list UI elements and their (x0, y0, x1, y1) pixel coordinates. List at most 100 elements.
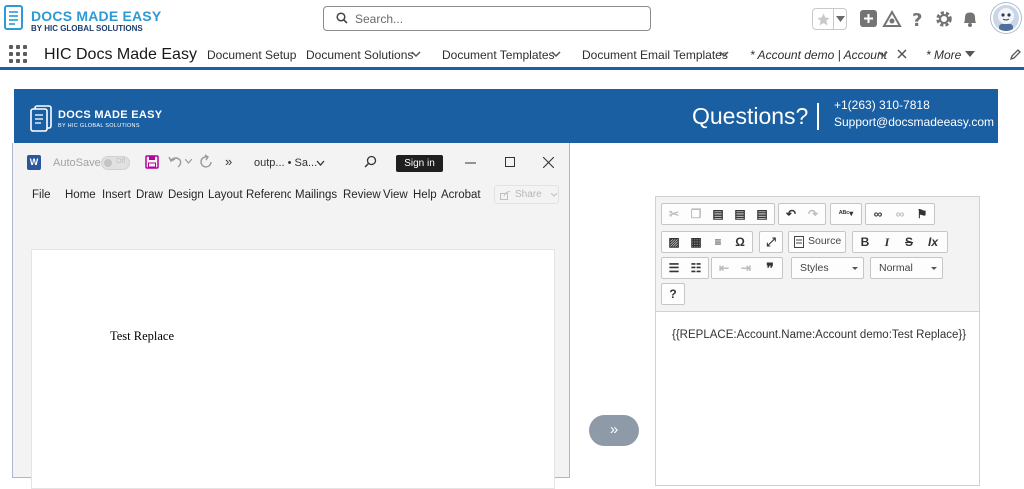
rich-text-editor: ✂ ❐ ▤ ▤ ▤ ↶ ↷ ᴬᴮᶜ▾ ∞ ∞ ⚑ ▨ ▦ ≡ Ω ⤢ Sourc… (655, 196, 980, 486)
redo-icon[interactable] (198, 154, 214, 170)
ribbon-tab-references[interactable]: Referenc (246, 189, 291, 201)
undo-icon[interactable] (168, 155, 184, 169)
italic-icon[interactable]: I (876, 233, 898, 251)
remove-format-icon[interactable]: Ix (922, 233, 944, 251)
source-button[interactable]: Source (788, 231, 846, 253)
share-icon (500, 191, 511, 200)
ribbon-tab-home[interactable]: Home (65, 189, 96, 201)
share-button[interactable]: Share (494, 185, 559, 204)
spellcheck-icon[interactable]: ᴬᴮᶜ▾ (832, 205, 860, 223)
ribbon-tab-acrobat[interactable]: Acrobat (441, 189, 481, 201)
app-launcher-icon[interactable] (9, 45, 27, 63)
chevron-down-icon[interactable] (878, 50, 888, 58)
paste-text-icon[interactable]: ▤ (729, 205, 751, 223)
ribbon-tab-view[interactable]: View (383, 189, 408, 201)
support-email[interactable]: Support@docsmadeeasy.com (834, 115, 994, 129)
chevron-down-icon[interactable] (316, 160, 325, 166)
ribbon-tab-draw[interactable]: Draw (136, 189, 163, 201)
save-icon[interactable] (145, 155, 159, 169)
maximize-icon[interactable]: ⤢ (760, 233, 782, 251)
word-title-bar: W AutoSave Off » outp... • Sa... Sign in (13, 143, 569, 183)
numbered-list-icon[interactable]: ☰ (663, 259, 685, 277)
autosave-toggle[interactable]: Off (101, 156, 130, 170)
ribbon-tab-help[interactable]: Help (413, 189, 437, 201)
chevron-down-icon[interactable] (551, 50, 561, 58)
document-page[interactable]: Test Replace (31, 249, 555, 489)
minimize-icon[interactable] (465, 162, 476, 164)
docs-made-easy-logo[interactable]: DOCS MADE EASY BY HIC GLOBAL SOLUTIONS (4, 5, 161, 35)
close-icon[interactable] (543, 157, 554, 168)
redo-icon[interactable]: ↷ (802, 205, 824, 223)
caret-down-icon[interactable] (965, 50, 975, 58)
star-icon (817, 13, 830, 26)
editor-content[interactable]: {{REPLACE:Account.Name:Account demo:Test… (672, 329, 966, 341)
chevron-down-icon[interactable] (836, 16, 845, 23)
add-icon[interactable] (859, 9, 879, 29)
questions-heading: Questions? (692, 103, 809, 129)
transfer-button[interactable]: » (589, 415, 639, 446)
horizontal-line-icon[interactable]: ≡ (707, 233, 729, 251)
chevron-down-icon[interactable] (719, 50, 729, 58)
maximize-icon[interactable] (505, 157, 515, 167)
paste-icon[interactable]: ▤ (707, 205, 729, 223)
app-name: HIC Docs Made Easy (44, 46, 197, 63)
ribbon-tab-insert[interactable]: Insert (102, 189, 131, 201)
copy-icon[interactable]: ❐ (685, 205, 707, 223)
help-icon[interactable]: ? (662, 285, 684, 303)
ribbon-tab-mailings[interactable]: Mailings (295, 189, 337, 201)
sign-in-button[interactable]: Sign in (396, 155, 443, 172)
avatar[interactable] (991, 3, 1021, 33)
word-app-icon: W (27, 155, 41, 170)
indent-group: ⇤ ⇥ ❞ (711, 257, 783, 279)
document-logo-icon (30, 105, 52, 132)
document-filename[interactable]: outp... • Sa... (254, 157, 317, 169)
chevron-down-icon[interactable] (185, 159, 192, 164)
gear-icon[interactable] (934, 9, 954, 29)
nav-item-document-setup[interactable]: Document Setup (207, 48, 296, 62)
unlink-icon[interactable]: ∞ (889, 205, 911, 223)
edit-pencil-icon[interactable] (1009, 48, 1022, 61)
share-label: Share (515, 189, 542, 200)
table-icon[interactable]: ▦ (685, 233, 707, 251)
bulleted-list-icon[interactable]: ☷ (685, 259, 707, 277)
special-char-icon[interactable]: Ω (729, 233, 751, 251)
ribbon-tab-design[interactable]: Design (168, 189, 204, 201)
ribbon-tab-review[interactable]: Review (343, 189, 381, 201)
help-icon[interactable]: ? (908, 9, 928, 29)
close-icon[interactable] (897, 49, 907, 59)
blockquote-icon[interactable]: ❞ (759, 259, 781, 277)
paste-word-icon[interactable]: ▤ (751, 205, 773, 223)
nav-item-document-templates[interactable]: Document Templates (442, 48, 555, 62)
styles-label: Styles (800, 262, 829, 274)
bold-icon[interactable]: B (854, 233, 876, 251)
bell-icon[interactable] (960, 9, 980, 29)
undo-icon[interactable]: ↶ (780, 205, 802, 223)
chevron-down-icon (551, 193, 557, 197)
link-icon[interactable]: ∞ (867, 205, 889, 223)
autosave-label: AutoSave (53, 157, 101, 169)
word-online-window: W AutoSave Off » outp... • Sa... Sign in (12, 143, 570, 489)
chevron-down-icon (931, 267, 937, 270)
more-commands-icon[interactable]: » (225, 154, 232, 169)
trailhead-icon[interactable] (882, 9, 902, 29)
favorites-button[interactable] (812, 8, 847, 30)
nav-item-document-email-templates[interactable]: Document Email Templates (582, 48, 728, 62)
search-icon[interactable] (364, 155, 377, 168)
chevron-down-icon[interactable] (411, 50, 421, 58)
search-input[interactable] (355, 10, 635, 27)
decrease-indent-icon[interactable]: ⇤ (713, 259, 735, 277)
tab-account-demo[interactable]: * Account demo | Account (750, 48, 887, 62)
insert-group: ▨ ▦ ≡ Ω (661, 231, 753, 253)
image-icon[interactable]: ▨ (663, 233, 685, 251)
nav-item-document-solutions[interactable]: Document Solutions (306, 48, 413, 62)
ribbon-tab-layout[interactable]: Layout (208, 189, 243, 201)
cut-icon[interactable]: ✂ (663, 205, 685, 223)
anchor-flag-icon[interactable]: ⚑ (911, 205, 933, 223)
strikethrough-icon[interactable]: S (898, 233, 920, 251)
format-select[interactable]: Normal (870, 257, 943, 279)
nav-item-more[interactable]: * More (926, 48, 961, 62)
global-search[interactable] (323, 6, 651, 31)
styles-select[interactable]: Styles (791, 257, 864, 279)
increase-indent-icon[interactable]: ⇥ (735, 259, 757, 277)
ribbon-tab-file[interactable]: File (32, 189, 51, 201)
